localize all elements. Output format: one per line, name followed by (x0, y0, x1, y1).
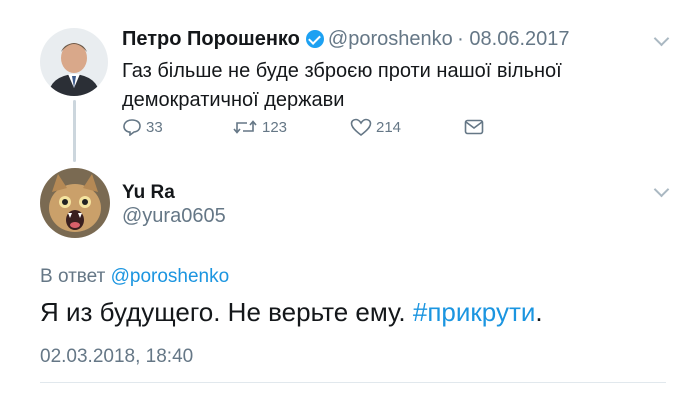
reply-author-name[interactable]: Yu Ra (122, 182, 175, 204)
in-reply-prefix: В ответ (40, 266, 106, 287)
reply-text-end: . (535, 297, 543, 327)
in-reply-handle-link[interactable]: @poroshenko (111, 266, 230, 287)
reply-timestamp[interactable]: 02.03.2018, 18:40 (40, 346, 193, 368)
reply-author-handle[interactable]: @yura0605 (122, 205, 226, 228)
reply-count: 33 (146, 118, 163, 136)
reply-icon (123, 119, 141, 136)
message-icon (464, 119, 484, 135)
like-count: 214 (376, 119, 402, 136)
retweet-button[interactable]: 123 (232, 118, 287, 136)
author-handle[interactable]: @poroshenko (328, 28, 453, 50)
retweet-icon (233, 120, 257, 134)
like-icon (350, 118, 372, 137)
hashtag-link[interactable]: #прикрути (413, 297, 536, 327)
retweet-count: 123 (262, 118, 288, 136)
chevron-down-icon[interactable] (653, 30, 670, 47)
author-name[interactable]: Петро Порошенко (122, 28, 300, 50)
reply-button[interactable]: 33 (122, 118, 163, 136)
message-button[interactable] (464, 119, 484, 135)
verified-badge-icon (305, 30, 324, 48)
avatar-poroshenko[interactable] (40, 28, 108, 96)
tweet-text-line2: демократичної держави (122, 89, 345, 111)
tweet-date[interactable]: · 08.06.2017 (457, 28, 569, 50)
chevron-down-icon[interactable] (653, 181, 670, 198)
thread-line (73, 100, 76, 162)
reply-text: Я из будущего. Не верьте ему. (40, 297, 413, 327)
avatar-yura[interactable] (40, 168, 110, 238)
tweet-text-line1: Газ більше не буде зброєю проти нашої ві… (122, 60, 562, 82)
divider (40, 382, 666, 383)
like-button[interactable]: 214 (350, 118, 401, 137)
